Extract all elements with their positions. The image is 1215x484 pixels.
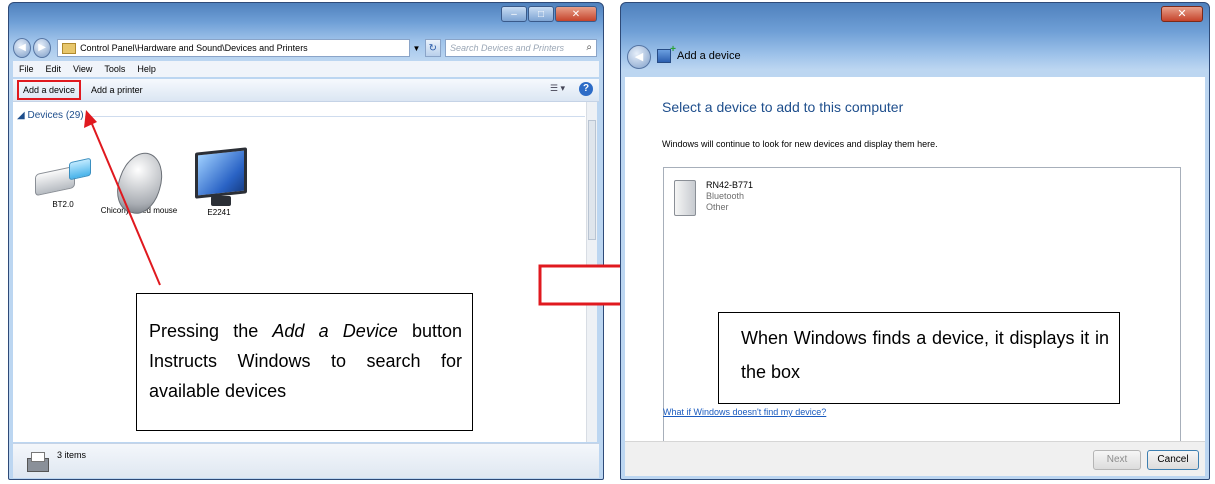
close-button[interactable]: ✕ — [555, 6, 597, 22]
command-bar: Add a device Add a printer ☰ ▾ ? — [13, 79, 599, 102]
callout-text-1b: button — [397, 321, 463, 341]
device-name: RN42-B771 — [706, 180, 754, 190]
callout-text-1a: Pressing the — [149, 321, 273, 341]
menu-tools[interactable]: Tools — [104, 64, 125, 74]
menu-file[interactable]: File — [19, 64, 34, 74]
device-category: Other — [706, 202, 729, 212]
found-device-item[interactable]: RN42-B771 Bluetooth Other — [674, 180, 753, 216]
search-icon: ⌕ — [586, 42, 593, 53]
add-a-device-window: ✕ ◀ Add a device Select a device to add … — [620, 2, 1210, 480]
close-button[interactable]: ✕ — [1161, 6, 1203, 22]
forward-button[interactable]: ▶ — [33, 38, 52, 58]
address-text: Control Panel\Hardware and Sound\Devices… — [80, 43, 308, 53]
minimize-button[interactable]: – — [501, 6, 527, 22]
callout-add-device: Pressing the Add a Device button Instruc… — [136, 293, 473, 431]
callout-text-italic: Add a Device — [272, 321, 398, 341]
computer-tower-icon — [674, 180, 696, 216]
cancel-button[interactable]: Cancel — [1147, 450, 1199, 470]
callout-text-rest: Instructs Windows to search for availabl… — [149, 351, 462, 401]
help-icon[interactable]: ? — [579, 82, 593, 96]
device-item-monitor[interactable]: E2241 — [179, 147, 259, 217]
maximize-button[interactable]: □ — [528, 6, 554, 22]
device-type: Bluetooth — [706, 191, 745, 201]
device-item-mouse[interactable]: Chicony wired mouse — [99, 147, 179, 219]
help-link[interactable]: What if Windows doesn't find my device? — [663, 407, 826, 417]
refresh-button[interactable]: ↻ — [424, 39, 441, 57]
wizard-footer: Next Cancel — [625, 441, 1205, 476]
menu-edit[interactable]: Edit — [46, 64, 62, 74]
callout-device-found: When Windows finds a device, it displays… — [718, 312, 1120, 404]
add-device-button[interactable]: Add a device — [17, 80, 82, 100]
navigation-bar: ◀ ▶ Control Panel\Hardware and Sound\Dev… — [13, 37, 598, 59]
device-label: BT2.0 — [52, 200, 74, 209]
group-header-text: Devices (29) — [27, 110, 84, 121]
printer-icon — [27, 450, 49, 472]
page-subtitle: Windows will continue to look for new de… — [662, 139, 938, 149]
back-button[interactable]: ◀ — [627, 45, 651, 69]
back-button[interactable]: ◀ — [13, 38, 32, 58]
address-dropdown-icon[interactable]: ▼ — [410, 44, 422, 53]
menu-bar: File Edit View Tools Help — [13, 61, 599, 77]
window-title: Add a device — [657, 44, 741, 63]
add-printer-button[interactable]: Add a printer — [91, 85, 143, 95]
control-panel-icon — [62, 42, 77, 54]
devices-group-header[interactable]: ◢ Devices (29) — [17, 110, 84, 121]
group-divider — [85, 116, 585, 117]
menu-help[interactable]: Help — [137, 64, 156, 74]
change-view-icon[interactable]: ☰ ▾ — [550, 83, 565, 94]
vertical-scrollbar[interactable] — [586, 102, 597, 442]
monitor-icon — [189, 147, 249, 212]
mouse-icon — [110, 147, 170, 219]
search-input[interactable]: Search Devices and Printers ⌕ — [445, 39, 598, 57]
window-title-text: Add a device — [677, 50, 741, 62]
add-device-icon — [657, 44, 676, 63]
item-count: 3 items — [57, 450, 87, 460]
status-bar: 3 items — [13, 443, 599, 478]
address-bar[interactable]: Control Panel\Hardware and Sound\Devices… — [57, 39, 411, 57]
device-item-bt20[interactable]: BT2.0 — [23, 156, 103, 209]
menu-view[interactable]: View — [73, 64, 92, 74]
usb-dongle-icon — [31, 156, 95, 198]
next-button[interactable]: Next — [1093, 450, 1141, 470]
page-heading: Select a device to add to this computer — [662, 99, 904, 115]
search-placeholder: Search Devices and Printers — [450, 43, 565, 53]
window-caption-buttons: – □ ✕ — [500, 6, 597, 22]
scroll-thumb[interactable] — [588, 120, 596, 240]
